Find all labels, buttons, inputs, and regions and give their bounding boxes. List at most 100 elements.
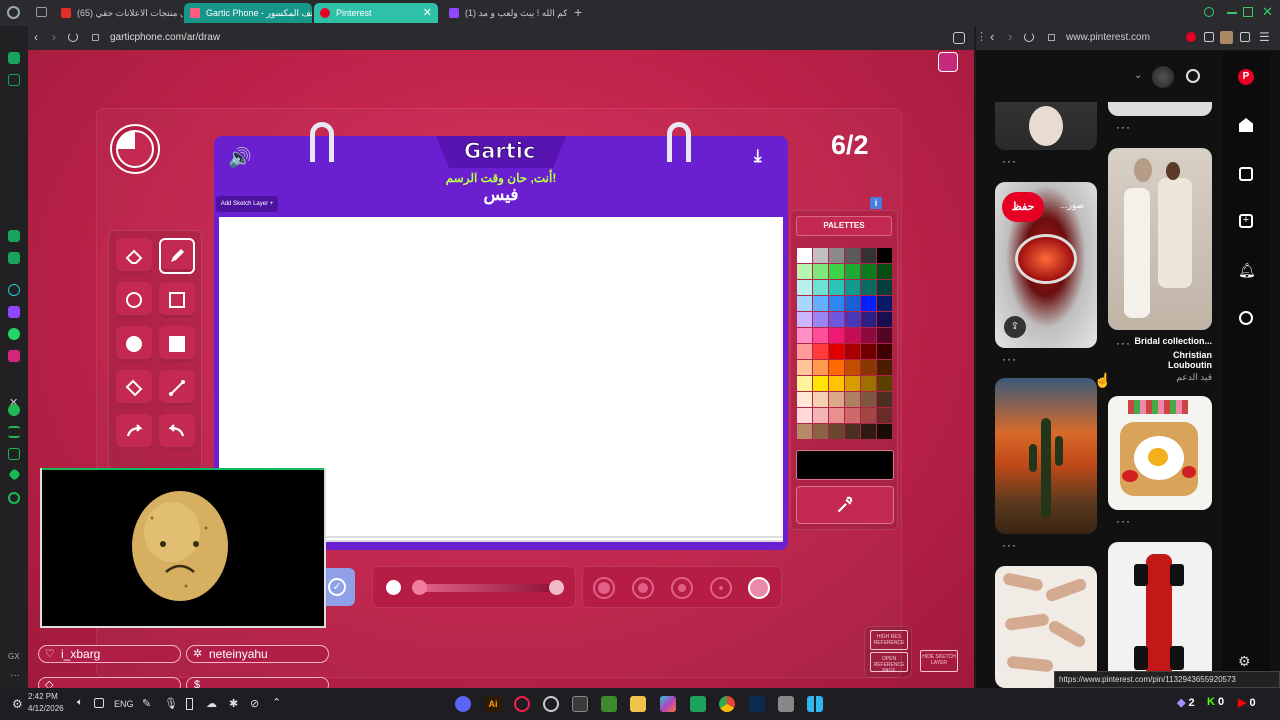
pin-toast[interactable] — [1108, 396, 1212, 510]
color-swatch[interactable] — [829, 248, 844, 263]
share-icon[interactable]: ⇪ — [1004, 316, 1026, 338]
minecraft-taskbar-icon[interactable] — [601, 696, 617, 712]
close-tab-icon[interactable]: ✕ — [423, 3, 432, 23]
color-swatch[interactable] — [861, 360, 876, 375]
forward-icon[interactable]: › — [52, 30, 56, 44]
color-swatch[interactable] — [845, 264, 860, 279]
list-icon[interactable] — [8, 426, 20, 438]
palettes-header[interactable]: PALETTES — [796, 216, 892, 236]
pin-desert[interactable] — [995, 378, 1097, 534]
instagram-icon[interactable] — [8, 350, 20, 362]
color-swatch[interactable] — [797, 264, 812, 279]
language-indicator[interactable]: ENG — [114, 699, 134, 709]
save-pin-button[interactable]: حفظ — [1002, 192, 1044, 222]
file-explorer-taskbar-icon[interactable] — [630, 696, 646, 712]
color-swatch[interactable] — [861, 328, 876, 343]
puzzle-icon[interactable] — [8, 252, 20, 264]
current-color[interactable] — [796, 450, 894, 480]
color-swatch[interactable] — [877, 248, 892, 263]
eyedropper-button[interactable] — [796, 486, 894, 524]
gx-icon[interactable]: GX — [8, 652, 20, 661]
opacity-dot[interactable] — [386, 580, 401, 595]
color-swatch[interactable] — [877, 408, 892, 423]
notification-badge-1[interactable]: ◆ 2 — [1177, 696, 1195, 709]
mail-icon[interactable] — [8, 230, 20, 242]
fill-bucket-tool[interactable] — [116, 370, 152, 406]
taskbar-date[interactable]: 4/12/2026 — [28, 704, 64, 713]
sound-icon[interactable]: 🔊 — [228, 146, 252, 170]
brush-size-2[interactable] — [632, 577, 654, 599]
color-swatch[interactable] — [797, 328, 812, 343]
browser-logo-icon[interactable] — [7, 6, 20, 19]
tab-gartic[interactable]: Gartic Phone - الهاتف المكسور — [184, 3, 312, 23]
settings-icon[interactable]: ⚙ — [1238, 653, 1251, 670]
color-swatch[interactable] — [877, 296, 892, 311]
color-swatch[interactable] — [829, 376, 844, 391]
undo-tool[interactable] — [116, 414, 152, 450]
notification-badge-3[interactable]: ▶ 0 — [1238, 696, 1256, 709]
bookmark-icon[interactable] — [8, 448, 20, 460]
color-swatch[interactable] — [845, 424, 860, 439]
color-swatch[interactable] — [845, 328, 860, 343]
color-swatch[interactable] — [845, 344, 860, 359]
wifi-icon[interactable] — [94, 698, 104, 708]
chevron-down-icon[interactable]: ⌄ — [1134, 70, 1142, 81]
color-swatch[interactable] — [861, 376, 876, 391]
color-swatch[interactable] — [797, 248, 812, 263]
volume-icon[interactable]: 🔈︎ — [77, 697, 83, 708]
notifications-icon[interactable]: 🔔︎ — [1238, 262, 1256, 279]
close-window-icon[interactable]: ✕ — [1262, 4, 1273, 20]
new-tab-button[interactable]: + — [574, 4, 582, 20]
color-swatch[interactable] — [845, 360, 860, 375]
side-menu-icon[interactable]: ☰ — [1259, 30, 1270, 44]
windows-start-icon[interactable] — [807, 696, 823, 712]
info-icon[interactable]: i — [870, 197, 882, 209]
pencil-tool[interactable] — [159, 238, 195, 274]
color-swatch[interactable] — [845, 248, 860, 263]
color-swatch[interactable] — [877, 328, 892, 343]
color-swatch[interactable] — [813, 328, 828, 343]
pin-more[interactable]: ··· — [1116, 514, 1131, 528]
diamond-side-icon[interactable] — [8, 468, 21, 481]
create-nav-icon[interactable]: + — [1239, 214, 1253, 228]
size-slider-handle[interactable] — [412, 580, 427, 595]
tab-pinterest[interactable]: Pinterest ✕ — [314, 3, 438, 23]
whatsapp-icon[interactable] — [8, 328, 20, 340]
pin-more[interactable]: ··· — [1002, 352, 1017, 366]
color-swatch[interactable] — [845, 392, 860, 407]
profile-avatar[interactable] — [1152, 66, 1174, 88]
gamepad-icon[interactable] — [8, 74, 20, 86]
square-outline-tool[interactable] — [159, 282, 195, 318]
taskbar-time[interactable]: 2:42 PM — [28, 692, 58, 701]
photoshop-taskbar-icon[interactable] — [749, 696, 765, 712]
color-swatch[interactable] — [797, 408, 812, 423]
color-swatch[interactable] — [797, 392, 812, 407]
board-title[interactable]: Bridal collection... — [1134, 336, 1212, 346]
color-swatch[interactable] — [813, 264, 828, 279]
settings-side-icon[interactable] — [8, 492, 20, 504]
brush-size-3[interactable] — [671, 577, 693, 599]
color-swatch[interactable] — [813, 344, 828, 359]
app-taskbar-icon-2[interactable] — [572, 696, 588, 712]
color-swatch[interactable] — [861, 248, 876, 263]
pin-more-label[interactable]: ...صور — [1060, 200, 1084, 211]
eraser-tool[interactable] — [116, 238, 152, 274]
color-swatch[interactable] — [877, 264, 892, 279]
color-swatch[interactable] — [829, 408, 844, 423]
app-taskbar-icon-1[interactable] — [543, 696, 559, 712]
cloud-icon[interactable]: ☁ — [206, 697, 217, 710]
color-swatch[interactable] — [813, 248, 828, 263]
screenshot-icon[interactable] — [953, 32, 965, 44]
color-swatch[interactable] — [877, 424, 892, 439]
color-swatch[interactable] — [877, 344, 892, 359]
color-swatch[interactable] — [829, 424, 844, 439]
color-swatch[interactable] — [877, 392, 892, 407]
color-swatch[interactable] — [813, 296, 828, 311]
color-swatch[interactable] — [861, 264, 876, 279]
color-swatch[interactable] — [877, 280, 892, 295]
app-taskbar-icon-3[interactable] — [690, 696, 706, 712]
square-fill-tool[interactable] — [159, 326, 195, 362]
color-swatch[interactable] — [813, 280, 828, 295]
color-swatch[interactable] — [877, 376, 892, 391]
redo-tool[interactable] — [159, 414, 195, 450]
